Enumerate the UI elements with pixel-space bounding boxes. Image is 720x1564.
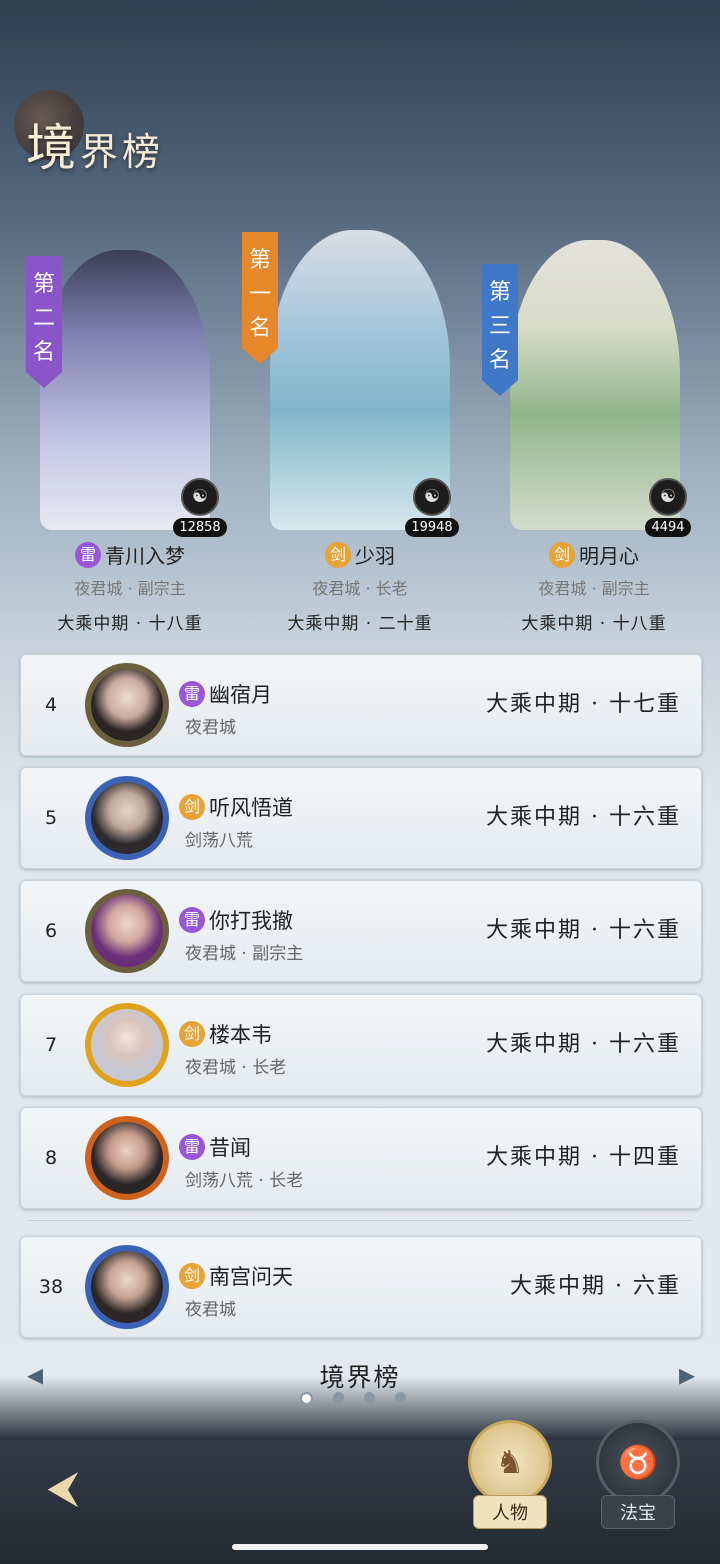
element-badge: 雷 bbox=[179, 1134, 205, 1160]
player-sect: 夜君城 · 长老 bbox=[185, 1058, 287, 1078]
player-realm: 大乘中期 · 十七重 bbox=[486, 692, 681, 717]
player-name: 幽宿月 bbox=[209, 683, 272, 707]
rank-number: 5 bbox=[44, 807, 58, 829]
element-badge: 剑 bbox=[549, 541, 575, 568]
player-realm: 大乘中期 · 十六重 bbox=[486, 918, 681, 943]
player-name: 少羽 bbox=[355, 544, 395, 568]
home-indicator bbox=[232, 1544, 488, 1550]
avatar bbox=[85, 776, 169, 860]
player-sect: 夜君城 · 副宗主 bbox=[74, 579, 186, 598]
player-name: 昔闻 bbox=[209, 1136, 251, 1160]
player-realm: 大乘中期 · 十八重 bbox=[521, 614, 667, 634]
player-name: 楼本韦 bbox=[209, 1023, 272, 1047]
ranking-row[interactable]: 4 雷幽宿月 夜君城 大乘中期 · 十七重 bbox=[20, 654, 702, 756]
score-badge: ☯ 4494 bbox=[640, 478, 696, 537]
avatar bbox=[85, 1116, 169, 1200]
player-sect: 夜君城 · 副宗主 bbox=[538, 579, 650, 598]
element-badge: 剑 bbox=[179, 794, 205, 820]
ranking-row[interactable]: 8 雷昔闻 剑荡八荒 · 长老 大乘中期 · 十四重 bbox=[20, 1107, 702, 1209]
score-badge: ☯ 12858 bbox=[172, 478, 228, 537]
element-badge: 雷 bbox=[179, 681, 205, 707]
element-badge: 剑 bbox=[325, 541, 351, 568]
avatar bbox=[85, 889, 169, 973]
player-name: 南宫问天 bbox=[209, 1265, 293, 1289]
player-sect: 剑荡八荒 bbox=[185, 831, 253, 851]
rank-number: 4 bbox=[44, 694, 58, 716]
top-info-second[interactable]: 雷青川入梦 夜君城 · 副宗主 大乘中期 · 十八重 bbox=[10, 540, 250, 634]
page-dot[interactable] bbox=[395, 1392, 406, 1403]
nav-treasure-button[interactable]: ♉ 法宝 bbox=[590, 1420, 686, 1529]
avatar bbox=[85, 663, 169, 747]
player-name: 青川入梦 bbox=[105, 544, 185, 568]
back-arrow-icon[interactable]: ⮜ bbox=[28, 1458, 98, 1518]
nav-treasure-label: 法宝 bbox=[601, 1495, 675, 1529]
score-badge: ☯ 19948 bbox=[404, 478, 460, 537]
page-indicator bbox=[300, 1392, 420, 1405]
player-sect: 夜君城 · 副宗主 bbox=[185, 944, 304, 964]
element-badge: 剑 bbox=[179, 1021, 205, 1047]
rank-number: 6 bbox=[44, 920, 58, 942]
taiji-icon: ☯ bbox=[181, 478, 219, 516]
ranking-row[interactable]: 6 雷你打我撤 夜君城 · 副宗主 大乘中期 · 十六重 bbox=[20, 880, 702, 982]
player-realm: 大乘中期 · 六重 bbox=[510, 1274, 681, 1299]
top-info-third[interactable]: 剑明月心 夜君城 · 副宗主 大乘中期 · 十八重 bbox=[474, 540, 714, 634]
top-info-first[interactable]: 剑少羽 夜君城 · 长老 大乘中期 · 二十重 bbox=[240, 540, 480, 634]
player-sect: 夜君城 · 长老 bbox=[312, 579, 408, 598]
player-name: 你打我撤 bbox=[209, 909, 293, 933]
nav-character-button[interactable]: ♞ 人物 bbox=[462, 1420, 558, 1529]
player-realm: 大乘中期 · 十六重 bbox=[486, 805, 681, 830]
element-badge: 雷 bbox=[75, 541, 101, 568]
player-name: 明月心 bbox=[579, 544, 639, 568]
player-realm: 大乘中期 · 十四重 bbox=[486, 1145, 681, 1170]
title-big: 境 bbox=[26, 119, 80, 177]
avatar bbox=[85, 1003, 169, 1087]
character-silhouette-icon: ♞ bbox=[468, 1420, 552, 1504]
title-small: 界榜 bbox=[80, 130, 165, 174]
gourd-icon: ♉ bbox=[596, 1420, 680, 1504]
element-badge: 雷 bbox=[179, 907, 205, 933]
rank-banner: 第一名 bbox=[242, 232, 278, 364]
player-realm: 大乘中期 · 十六重 bbox=[486, 1032, 681, 1057]
taiji-icon: ☯ bbox=[649, 478, 687, 516]
score-value: 4494 bbox=[645, 518, 691, 537]
page-dot[interactable] bbox=[364, 1392, 375, 1403]
element-badge: 剑 bbox=[179, 1263, 205, 1289]
podium-third[interactable]: 第三名 ☯ 4494 bbox=[480, 220, 700, 540]
player-realm: 大乘中期 · 二十重 bbox=[287, 614, 433, 634]
player-realm: 大乘中期 · 十八重 bbox=[57, 614, 203, 634]
player-name: 听风悟道 bbox=[209, 796, 293, 820]
player-sect: 夜君城 bbox=[185, 718, 236, 738]
player-sect: 剑荡八荒 · 长老 bbox=[185, 1171, 304, 1191]
nav-character-label: 人物 bbox=[473, 1495, 547, 1529]
score-value: 12858 bbox=[173, 518, 227, 537]
page-title: 境界榜 bbox=[14, 90, 214, 180]
player-sect: 夜君城 bbox=[185, 1300, 236, 1320]
avatar bbox=[85, 1245, 169, 1329]
podium-first[interactable]: 第一名 ☯ 19948 bbox=[240, 220, 480, 540]
divider bbox=[28, 1220, 692, 1221]
footer-title: 境界榜 bbox=[319, 1363, 401, 1392]
rank-number: 38 bbox=[38, 1276, 64, 1298]
chevron-right-icon[interactable]: ▸ bbox=[672, 1356, 702, 1392]
rank-banner: 第二名 bbox=[26, 256, 62, 388]
rank-banner: 第三名 bbox=[482, 264, 518, 396]
page-dot[interactable] bbox=[300, 1392, 313, 1405]
ranking-row[interactable]: 7 剑楼本韦 夜君城 · 长老 大乘中期 · 十六重 bbox=[20, 994, 702, 1096]
rank-number: 8 bbox=[44, 1147, 58, 1169]
score-value: 19948 bbox=[405, 518, 459, 537]
page-dot[interactable] bbox=[333, 1392, 344, 1403]
rank-number: 7 bbox=[44, 1034, 58, 1056]
podium-second[interactable]: 第二名 ☯ 12858 bbox=[20, 220, 240, 540]
ranking-row[interactable]: 5 剑听风悟道 剑荡八荒 大乘中期 · 十六重 bbox=[20, 767, 702, 869]
taiji-icon: ☯ bbox=[413, 478, 451, 516]
self-ranking-row[interactable]: 38 剑南宫问天 夜君城 大乘中期 · 六重 bbox=[20, 1236, 702, 1338]
